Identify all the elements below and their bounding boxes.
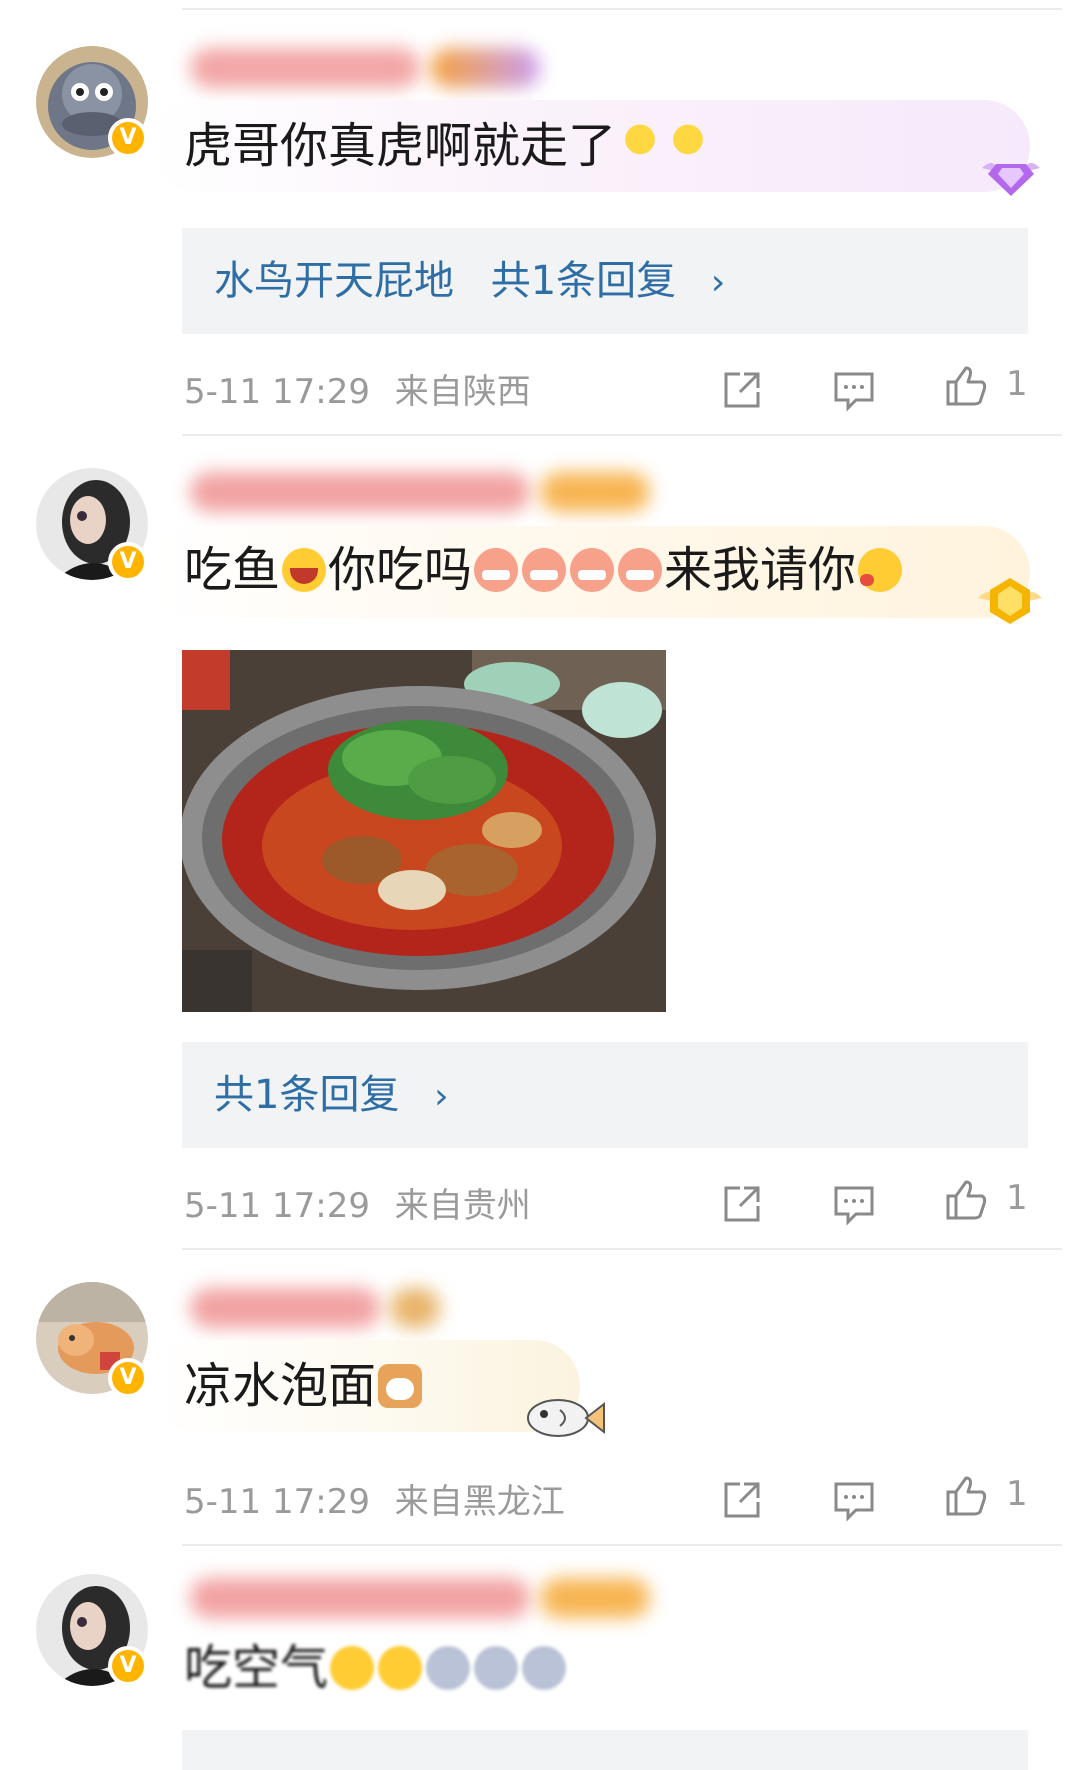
- thumbs-up-icon[interactable]: [942, 362, 990, 410]
- verified-badge-icon: V: [108, 118, 148, 158]
- grin-emoji-icon: [474, 548, 519, 592]
- comment-icon[interactable]: [830, 1180, 878, 1228]
- sad-emoji-icon: [378, 1646, 423, 1690]
- comment-meta: 5-11 17:29 来自贵州: [184, 1178, 531, 1227]
- reply-count: 共1条回复: [490, 258, 677, 304]
- comment-icon[interactable]: [830, 366, 878, 414]
- reply-count: 共1条回复: [214, 1072, 400, 1118]
- share-icon[interactable]: [718, 1180, 766, 1228]
- grin-emoji-icon: [618, 548, 663, 592]
- emoji-icon: [522, 1646, 567, 1690]
- reply-preview[interactable]: 共1条回复 ›: [182, 1042, 1028, 1148]
- username[interactable]: [190, 472, 530, 512]
- timestamp: 5-11 17:29: [184, 1186, 370, 1226]
- comment-icon[interactable]: [830, 1476, 878, 1524]
- emoji-icon: [426, 1646, 471, 1690]
- cat-emoji-icon: [378, 1364, 423, 1408]
- emoji-icon: [474, 1646, 519, 1690]
- like-count: 1: [1006, 364, 1028, 404]
- location: 来自贵州: [394, 1186, 531, 1226]
- spicy-fish-photo[interactable]: [182, 650, 666, 1012]
- comment-text: 吃鱼 你吃吗 来我请你: [184, 542, 904, 598]
- user-badge: [540, 1578, 650, 1618]
- location: 来自陕西: [394, 372, 531, 412]
- reply-preview[interactable]: [182, 1730, 1028, 1770]
- like-count: 1: [1006, 1474, 1028, 1514]
- reply-author: 水鸟开天屁地: [214, 258, 454, 304]
- divider: [182, 434, 1062, 436]
- share-icon[interactable]: [718, 366, 766, 414]
- thumbs-up-icon[interactable]: [942, 1176, 990, 1224]
- comment-text: 凉水泡面: [184, 1358, 424, 1414]
- fish-sticker-icon: [520, 1390, 606, 1446]
- user-badge: [430, 48, 540, 88]
- verified-badge-icon: V: [108, 1358, 148, 1398]
- reply-preview[interactable]: 水鸟开天屁地 共1条回复 ›: [182, 228, 1028, 334]
- gold-gem-medal-icon: [974, 572, 1046, 628]
- chevron-right-icon: ›: [710, 262, 726, 303]
- divider: [182, 1248, 1062, 1250]
- username[interactable]: [190, 1288, 380, 1328]
- comment-text: 吃空气: [184, 1640, 568, 1696]
- verified-badge-icon: V: [108, 542, 148, 582]
- chevron-right-icon: ›: [434, 1076, 449, 1117]
- location: 来自黑龙江: [394, 1482, 565, 1522]
- timestamp: 5-11 17:29: [184, 372, 370, 412]
- timestamp: 5-11 17:29: [184, 1482, 370, 1522]
- divider: [182, 8, 1062, 10]
- user-badge: [540, 472, 650, 512]
- sad-emoji-icon: [330, 1646, 375, 1690]
- comment-text: 虎哥你真虎啊就走了: [184, 118, 712, 174]
- thumbs-up-icon[interactable]: [942, 1472, 990, 1520]
- verified-badge-icon: V: [108, 1646, 148, 1686]
- purple-gem-medal-icon: [976, 146, 1046, 202]
- divider: [182, 1544, 1062, 1546]
- laughing-emoji-icon: [282, 548, 327, 592]
- grin-emoji-icon: [570, 548, 615, 592]
- comment-meta: 5-11 17:29 来自陕西: [184, 364, 531, 413]
- kiss-heart-emoji-icon: [858, 548, 903, 592]
- username[interactable]: [190, 1578, 530, 1618]
- user-badge: [390, 1288, 440, 1328]
- bulb-emoji-icon: [618, 124, 663, 168]
- like-count: 1: [1006, 1178, 1028, 1218]
- username[interactable]: [190, 48, 420, 88]
- comment-meta: 5-11 17:29 来自黑龙江: [184, 1474, 565, 1523]
- grin-emoji-icon: [522, 548, 567, 592]
- bulb-emoji-icon: [666, 124, 711, 168]
- share-icon[interactable]: [718, 1476, 766, 1524]
